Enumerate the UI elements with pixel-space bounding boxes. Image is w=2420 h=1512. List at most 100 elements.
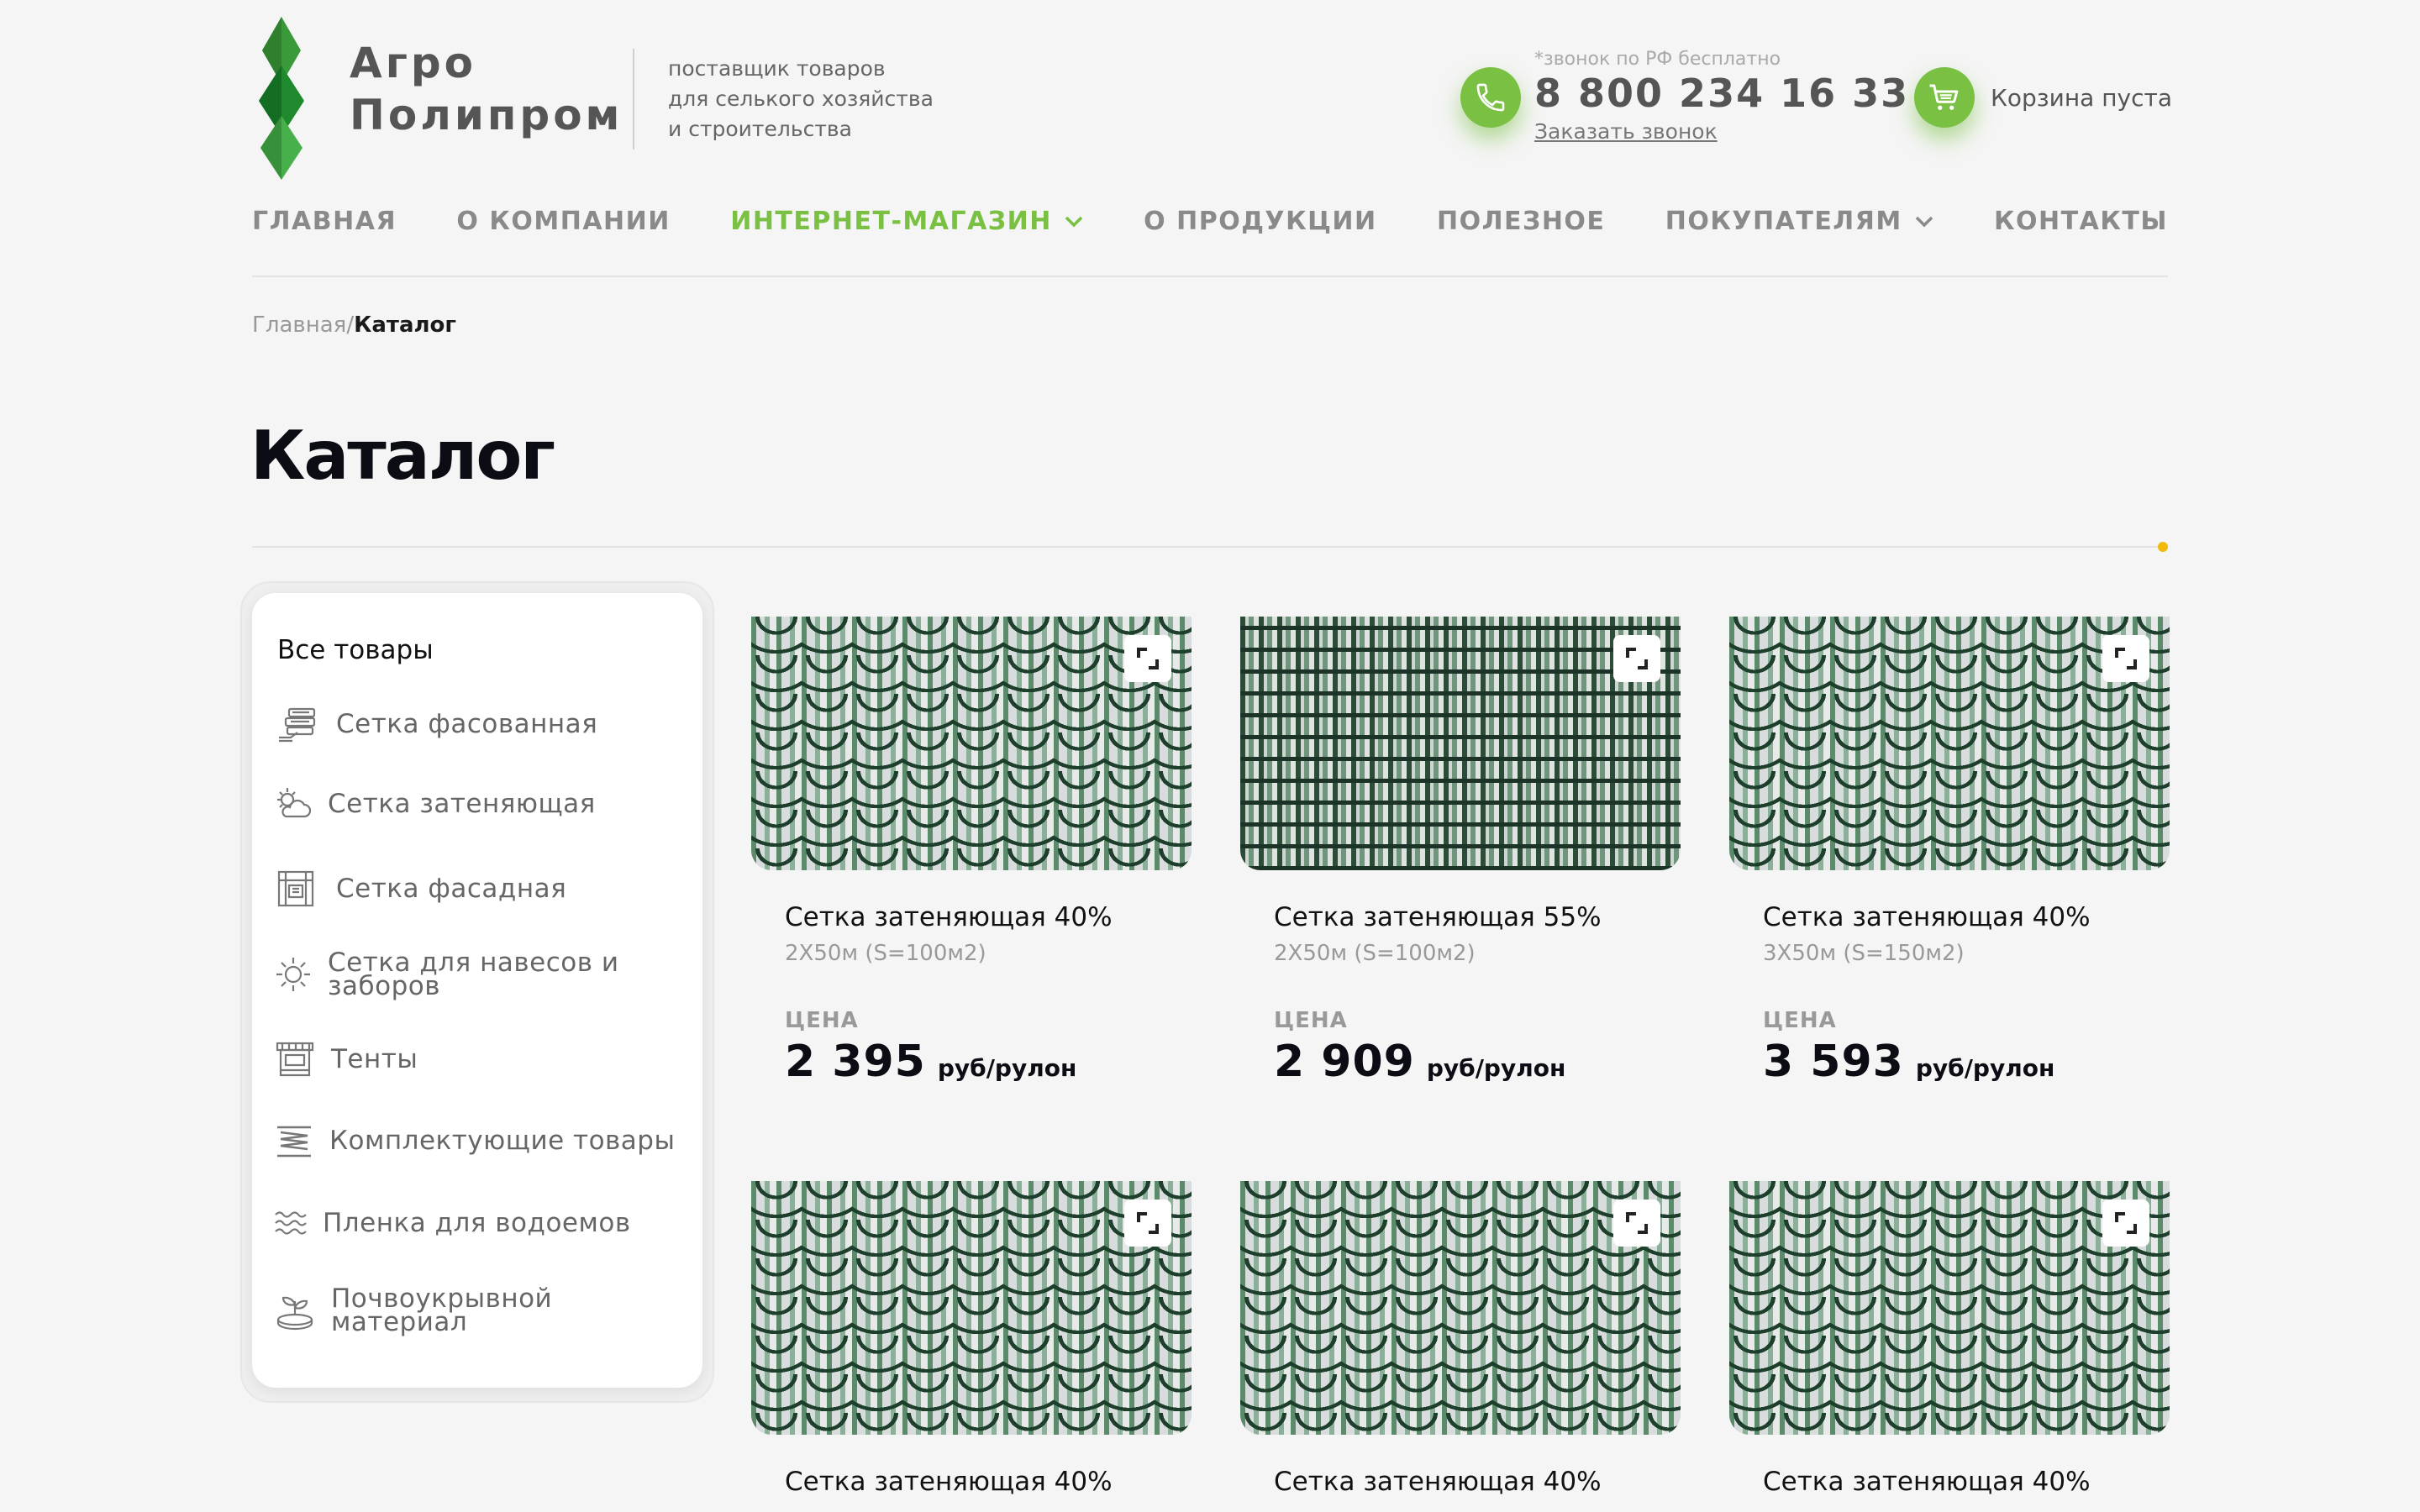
tagline: поставщик товаров для селького хозяйства… [668, 54, 934, 144]
product-card[interactable]: Сетка затеняющая 40% [1729, 1181, 2170, 1497]
nav-home-label: ГЛАВНАЯ [252, 207, 397, 236]
price-label: ЦЕНА [1274, 1008, 1348, 1033]
breadcrumb-separator: / [346, 312, 355, 338]
expand-icon[interactable] [1124, 1200, 1171, 1247]
product-card[interactable]: Сетка затеняющая 40% [1240, 1181, 1681, 1497]
tagline-line-3: и строительства [668, 117, 852, 141]
product-name[interactable]: Сетка затеняющая 55% [1274, 902, 1681, 932]
category-item-awning-net[interactable]: Сетка для навесов и заборов [274, 948, 630, 1001]
product-image[interactable] [1729, 617, 2170, 870]
category-item-ground-cover[interactable]: Почвоукрывной материал [274, 1284, 583, 1337]
product-name[interactable]: Сетка затеняющая 40% [1274, 1467, 1681, 1497]
product-image[interactable] [1729, 1181, 2170, 1435]
category-label: Почвоукрывной материал [331, 1284, 553, 1337]
phone-note: *звонок по РФ бесплатно [1534, 49, 1781, 70]
expand-icon[interactable] [2102, 635, 2149, 682]
price-row: 3 593 руб/рулон [1763, 1037, 2170, 1087]
water-icon [275, 1211, 307, 1235]
category-item-accessories[interactable]: Комплектующие товары [274, 1121, 675, 1161]
nav-divider [252, 276, 2168, 277]
logo-line-2: Полипром [350, 91, 623, 139]
product-card[interactable]: Сетка затеняющая 40% 3Х50м (S=150м2) ЦЕН… [1729, 617, 2170, 1087]
phone-icon[interactable] [1460, 67, 1521, 128]
expand-icon[interactable] [1613, 1200, 1660, 1247]
nav-contacts-label: КОНТАКТЫ [1994, 207, 2168, 236]
nav-useful-label: ПОЛЕЗНОЕ [1436, 207, 1606, 236]
price-label: ЦЕНА [785, 1008, 859, 1033]
product-price: 3 593 [1763, 1037, 1904, 1087]
sun-cloud-icon [277, 788, 312, 818]
expand-icon[interactable] [1613, 635, 1660, 682]
price-unit: руб/рулон [937, 1054, 1077, 1082]
product-size: 2Х50м (S=100м2) [785, 941, 986, 966]
facade-icon [277, 870, 314, 907]
product-image[interactable] [751, 617, 1192, 870]
expand-icon[interactable] [2102, 1200, 2149, 1247]
nav-about-label: О КОМПАНИИ [456, 207, 671, 236]
category-item-tents[interactable]: Тенты [274, 1038, 418, 1080]
logo-line-1: Агро [350, 39, 476, 87]
price-unit: руб/рулон [1915, 1054, 2055, 1082]
product-card[interactable]: Сетка затеняющая 55% 2Х50м (S=100м2) ЦЕН… [1240, 617, 1681, 1087]
logo-icon[interactable] [250, 17, 313, 180]
breadcrumb-current: Каталог [354, 312, 456, 338]
product-name[interactable]: Сетка затеняющая 40% [1763, 902, 2170, 932]
product-card[interactable]: Сетка затеняющая 40% 2Х50м (S=100м2) ЦЕН… [751, 617, 1192, 1087]
category-item-packaged-net[interactable]: Сетка фасованная [274, 701, 597, 748]
product-card[interactable]: Сетка затеняющая 40% [751, 1181, 1192, 1497]
nav-products-info-label: О ПРОДУКЦИИ [1144, 207, 1377, 236]
category-label: Сетка фасованная [336, 709, 598, 739]
awning-icon [276, 1042, 314, 1077]
nav-shop[interactable]: ИНТЕРНЕТ-МАГАЗИН [730, 207, 1084, 236]
nav-home[interactable]: ГЛАВНАЯ [252, 207, 397, 236]
breadcrumb: Главная/Каталог [252, 312, 456, 338]
product-name[interactable]: Сетка затеняющая 40% [1763, 1467, 2170, 1497]
expand-icon[interactable] [1124, 635, 1171, 682]
nav-about[interactable]: О КОМПАНИИ [456, 207, 670, 236]
sprout-icon [276, 1296, 313, 1331]
nav-contacts[interactable]: КОНТАКТЫ [1994, 207, 2168, 236]
main-nav: ГЛАВНАЯ О КОМПАНИИ ИНТЕРНЕТ-МАГАЗИН О ПР… [252, 207, 2168, 236]
spring-icon [277, 1126, 311, 1158]
cart-status[interactable]: Корзина пуста [1991, 84, 2172, 112]
sun-icon [276, 958, 310, 991]
category-item-shade-net[interactable]: Сетка затеняющая [274, 785, 596, 823]
product-name[interactable]: Сетка затеняющая 40% [785, 902, 1192, 932]
category-label: Сетка затеняющая [328, 789, 596, 819]
category-label: Пленка для водоемов [323, 1208, 631, 1238]
nav-buyers[interactable]: ПОКУПАТЕЛЯМ [1665, 207, 1934, 236]
product-image[interactable] [751, 1181, 1192, 1435]
category-label: Тенты [331, 1044, 418, 1074]
callback-link[interactable]: Заказать звонок [1534, 119, 1718, 144]
breadcrumb-home[interactable]: Главная [252, 312, 346, 338]
price-label: ЦЕНА [1763, 1008, 1837, 1033]
header-divider [633, 49, 634, 150]
nav-buyers-label: ПОКУПАТЕЛЯМ [1665, 207, 1902, 236]
product-size: 3Х50м (S=150м2) [1763, 941, 1965, 966]
chevron-down-icon [1915, 216, 1933, 227]
nav-shop-label: ИНТЕРНЕТ-МАГАЗИН [730, 207, 1052, 236]
logo-text[interactable]: Агро Полипром [350, 37, 623, 141]
category-label: Сетка фасадная [336, 874, 567, 904]
category-label: Сетка для навесов и заборов [328, 948, 619, 1001]
price-row: 2 395 руб/рулон [785, 1037, 1192, 1087]
cart-icon[interactable] [1914, 67, 1975, 128]
accent-dot [2158, 542, 2168, 552]
product-size: 2Х50м (S=100м2) [1274, 941, 1476, 966]
tagline-line-1: поставщик товаров [668, 56, 886, 81]
price-row: 2 909 руб/рулон [1274, 1037, 1681, 1087]
product-name[interactable]: Сетка затеняющая 40% [785, 1467, 1192, 1497]
phone-number[interactable]: 8 800 234 16 33 [1534, 71, 1909, 116]
nav-products-info[interactable]: О ПРОДУКЦИИ [1144, 207, 1376, 236]
product-price: 2 909 [1274, 1037, 1415, 1087]
product-image[interactable] [1240, 617, 1681, 870]
chevron-down-icon [1065, 216, 1083, 227]
product-price: 2 395 [785, 1037, 926, 1087]
nav-useful[interactable]: ПОЛЕЗНОЕ [1437, 207, 1605, 236]
category-item-pond-film[interactable]: Пленка для водоемов [274, 1206, 631, 1240]
packaged-net-icon [279, 707, 316, 743]
category-all[interactable]: Все товары [277, 635, 434, 665]
product-image[interactable] [1240, 1181, 1681, 1435]
category-item-facade-net[interactable]: Сетка фасадная [274, 865, 566, 912]
page-title: Каталог [250, 417, 555, 495]
